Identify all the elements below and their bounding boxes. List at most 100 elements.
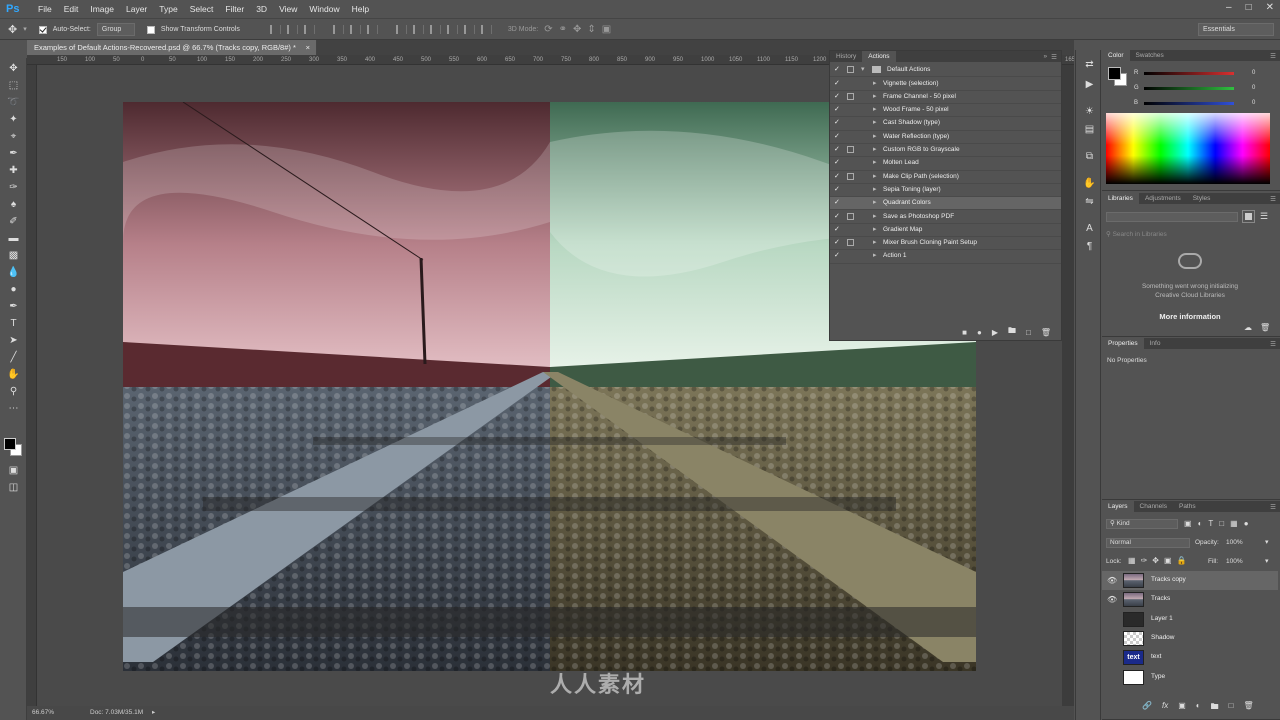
action-row[interactable]: ✓ ▸ Mixer Brush Cloning Paint Setup (830, 237, 1061, 251)
chevron-right-icon[interactable]: ▸ (873, 212, 877, 220)
layer-style-icon[interactable]: fx (1162, 701, 1168, 715)
doc-size[interactable]: Doc: 7.03M/35.1M (90, 706, 143, 720)
menu-3d[interactable]: 3D (250, 0, 273, 18)
distribute-bottom-icon[interactable] (429, 24, 441, 34)
layer-name[interactable]: Shadow (1151, 634, 1175, 641)
document-tab[interactable]: Examples of Default Actions-Recovered.ps… (27, 40, 317, 55)
action-row[interactable]: ✓ ▸ Vignette (selection) (830, 78, 1061, 91)
add-mask-icon[interactable]: ▣ (1178, 701, 1186, 715)
layer-row[interactable]: Layer 1 (1102, 610, 1278, 629)
action-row[interactable]: ✓ ▸ Action 1 (830, 250, 1061, 264)
color-slider[interactable] (1144, 72, 1234, 75)
lock-transparent-icon[interactable]: ▦ (1128, 556, 1136, 565)
crop-tool-icon[interactable]: ⌖ (7, 130, 20, 143)
action-row[interactable]: ✓ ▸ Quadrant Colors (830, 197, 1061, 211)
lock-artboard-icon[interactable]: ▣ (1164, 556, 1172, 565)
dialog-toggle-icon[interactable] (847, 172, 854, 180)
fill-field[interactable]: 100% (1226, 558, 1243, 565)
color-slider[interactable] (1144, 87, 1234, 90)
toggle-check-icon[interactable]: ✓ (834, 146, 841, 153)
toggle-check-icon[interactable]: ✓ (834, 93, 841, 100)
close-document-icon[interactable]: × (306, 40, 310, 55)
filter-pixel-icon[interactable]: ▣ (1184, 519, 1192, 528)
blend-mode-dropdown[interactable]: Normal (1106, 538, 1190, 548)
tab-info[interactable]: Info (1144, 338, 1167, 349)
layer-thumbnail[interactable] (1123, 669, 1144, 685)
menu-window[interactable]: Window (303, 0, 345, 18)
collapse-panel-icon[interactable]: » (1044, 53, 1052, 60)
move-tool-icon[interactable]: ✥ (7, 62, 20, 75)
eye-icon[interactable]: 👁 (1107, 595, 1117, 604)
workspace-dropdown[interactable]: Essentials (1198, 23, 1274, 36)
layer-filter-dropdown[interactable]: ⚲ Kind (1106, 519, 1178, 529)
menu-file[interactable]: File (32, 0, 58, 18)
filter-smart-object-icon[interactable]: ▦ (1230, 519, 1238, 528)
brush-panel-icon[interactable]: ✋ (1083, 177, 1096, 190)
gradient-tool-icon[interactable]: ▩ (7, 249, 20, 262)
link-layers-icon[interactable]: 🔗 (1142, 701, 1152, 715)
play-icon[interactable]: ▶ (992, 328, 998, 337)
tab-properties[interactable]: Properties (1102, 338, 1144, 349)
tab-adjustments[interactable]: Adjustments (1139, 193, 1187, 204)
panel-menu-icon[interactable]: ☰ (1270, 503, 1280, 511)
chevron-right-icon[interactable]: ▸ (873, 185, 877, 193)
toggle-check-icon[interactable]: ✓ (834, 80, 841, 87)
toggle-check-icon[interactable]: ✓ (834, 213, 841, 220)
tab-libraries[interactable]: Libraries (1102, 193, 1139, 204)
lock-pixels-icon[interactable]: ✑ (1141, 556, 1148, 565)
auto-select-dropdown[interactable]: Group (96, 22, 135, 36)
menu-edit[interactable]: Edit (58, 0, 85, 18)
chevron-right-icon[interactable]: ▸ (873, 132, 877, 140)
layer-thumbnail[interactable] (1123, 573, 1144, 588)
panel-menu-icon[interactable]: ☰ (1270, 340, 1280, 348)
channel-value-field[interactable]: 0 (1252, 70, 1255, 76)
color-slider[interactable] (1144, 102, 1234, 105)
more-information-link[interactable]: More information (1102, 312, 1278, 321)
chevron-right-icon[interactable]: ▸ (873, 251, 877, 259)
type-tool-icon[interactable]: T (7, 317, 20, 330)
auto-select-checkbox[interactable] (38, 26, 47, 34)
toggle-check-icon[interactable]: ✓ (834, 119, 841, 126)
layer-thumbnail[interactable] (1123, 611, 1144, 627)
screen-mode-icon[interactable]: ◫ (7, 481, 20, 494)
minimize-icon[interactable]: – (1226, 2, 1232, 13)
panel-menu-icon[interactable]: ☰ (1270, 195, 1280, 203)
dodge-tool-icon[interactable]: ● (7, 283, 20, 296)
align-middle-icon[interactable] (286, 24, 298, 34)
chevron-right-icon[interactable]: ▸ (873, 118, 877, 126)
toggle-check-icon[interactable]: ✓ (834, 186, 841, 193)
align-center-icon[interactable] (349, 24, 361, 34)
creative-cloud-icon[interactable]: ☁ (1244, 323, 1252, 332)
zoom-level[interactable]: 66.67% (32, 706, 54, 720)
list-view-icon[interactable]: ☰ (1260, 211, 1268, 222)
filter-adjustment-icon[interactable]: ◐ (1198, 519, 1203, 528)
new-action-icon[interactable]: □ (1026, 328, 1031, 337)
dialog-toggle-icon[interactable] (847, 239, 854, 247)
show-transform-checkbox[interactable] (146, 26, 155, 34)
filter-shape-icon[interactable]: □ (1219, 519, 1224, 528)
quick-select-tool-icon[interactable]: ✦ (7, 113, 20, 126)
action-row[interactable]: ✓ ▸ Gradient Map (830, 224, 1061, 238)
layer-name[interactable]: text (1151, 653, 1161, 660)
paragraph-panel-icon[interactable]: ¶ (1083, 240, 1096, 253)
toggle-check-icon[interactable]: ✓ (834, 239, 841, 246)
visibility-toggle[interactable] (1107, 615, 1116, 624)
eyedropper-tool-icon[interactable]: ✒ (7, 147, 20, 160)
distribute-right-icon[interactable] (480, 24, 492, 34)
dialog-toggle-icon[interactable] (847, 212, 854, 220)
action-row[interactable]: ✓ ▸ Frame Channel - 50 pixel (830, 91, 1061, 105)
layer-row[interactable]: Shadow (1102, 629, 1278, 648)
close-icon[interactable]: ✕ (1266, 2, 1274, 13)
foreground-color-chip[interactable] (1108, 67, 1121, 80)
panel-menu-icon[interactable]: ☰ (1270, 52, 1280, 60)
toggle-check-icon[interactable]: ✓ (834, 159, 841, 166)
grid-view-icon[interactable] (1242, 210, 1255, 223)
toggle-check-icon[interactable]: ✓ (834, 252, 841, 259)
status-chevron-icon[interactable]: ▸ (152, 706, 155, 720)
tab-styles[interactable]: Styles (1187, 193, 1217, 204)
toggle-check-icon[interactable]: ✓ (834, 173, 841, 180)
move-tool-icon[interactable]: ✥ (8, 23, 17, 36)
action-row[interactable]: ✓ ▸ Water Reflection (type) (830, 131, 1061, 144)
menu-help[interactable]: Help (346, 0, 375, 18)
adjustment-layer-icon[interactable]: ◐ (1196, 701, 1201, 715)
